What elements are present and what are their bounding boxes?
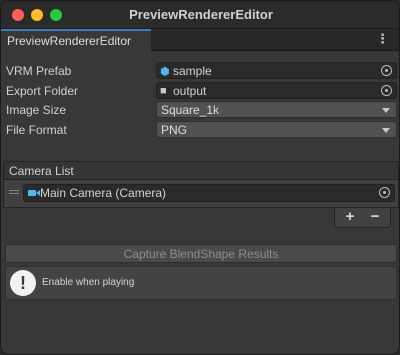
folder-icon: ■ [160, 85, 167, 97]
chevron-down-icon [382, 128, 390, 133]
vrm-prefab-row: VRM Prefab ⬢ sample [1, 62, 399, 80]
camera-item-value: Main Camera (Camera) [40, 186, 167, 200]
image-size-row: Image Size Square_1k [1, 101, 399, 119]
image-size-value: Square_1k [161, 103, 220, 117]
camera-list-item[interactable]: Main Camera (Camera) [23, 184, 395, 202]
tab-preview-renderer-editor[interactable]: PreviewRendererEditor [1, 29, 151, 51]
editor-window: PreviewRendererEditor PreviewRendererEdi… [0, 0, 400, 355]
warning-icon: ! [10, 270, 36, 296]
help-box: ! Enable when playing [5, 266, 397, 300]
camera-list-footer: + − [334, 208, 391, 228]
camera-icon [28, 190, 40, 196]
file-format-label: File Format [6, 123, 67, 137]
file-format-value: PNG [161, 123, 188, 137]
export-folder-field[interactable]: ■ output [156, 82, 397, 99]
title-bar: PreviewRendererEditor [1, 1, 399, 29]
drag-handle-icon[interactable] [9, 190, 19, 194]
chevron-down-icon [382, 108, 390, 113]
object-picker-icon[interactable] [381, 85, 392, 96]
add-camera-button[interactable]: + [340, 208, 360, 226]
export-folder-label: Export Folder [6, 84, 79, 98]
help-text: Enable when playing [42, 277, 135, 288]
image-size-label: Image Size [6, 103, 67, 117]
export-folder-value: output [173, 84, 207, 98]
camera-list-body: Main Camera (Camera) [3, 180, 399, 208]
camera-list-header[interactable]: Camera List [3, 161, 399, 180]
file-format-row: File Format PNG [1, 121, 399, 139]
vrm-prefab-field[interactable]: ⬢ sample [156, 62, 397, 79]
file-format-dropdown[interactable]: PNG [156, 121, 397, 138]
vrm-prefab-value: sample [173, 64, 212, 78]
capture-blendshape-button[interactable]: Capture BlendShape Results [5, 244, 397, 263]
camera-list-title: Camera List [9, 164, 74, 178]
image-size-dropdown[interactable]: Square_1k [156, 101, 397, 118]
object-picker-icon[interactable] [379, 187, 390, 198]
prefab-cube-icon: ⬢ [160, 66, 170, 78]
tab-bar: PreviewRendererEditor ⋮ [1, 29, 399, 51]
vrm-prefab-label: VRM Prefab [6, 64, 72, 78]
kebab-menu-icon[interactable]: ⋮ [376, 31, 389, 47]
object-picker-icon[interactable] [381, 65, 392, 76]
export-folder-row: Export Folder ■ output [1, 82, 399, 100]
remove-camera-button[interactable]: − [365, 208, 385, 226]
window-title: PreviewRendererEditor [129, 7, 273, 22]
